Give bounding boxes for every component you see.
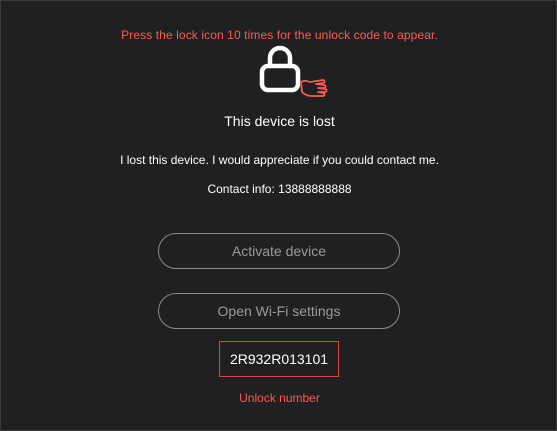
pointing-hand-icon: [300, 79, 328, 97]
lost-device-screen: Press the lock icon 10 times for the unl…: [0, 0, 557, 431]
activate-device-button[interactable]: Activate device: [158, 233, 400, 269]
lock-icon[interactable]: [259, 45, 301, 93]
page-title: This device is lost: [224, 113, 335, 129]
unlock-hint: Press the lock icon 10 times for the unl…: [121, 28, 438, 42]
unlock-number-label: Unlock number: [239, 391, 320, 405]
open-wifi-settings-button[interactable]: Open Wi-Fi settings: [158, 293, 400, 329]
unlock-code-box: 2R932R013101: [219, 341, 339, 377]
contact-info: Contact info: 13888888888: [207, 182, 352, 196]
lock-area: [1, 45, 557, 105]
owner-message: I lost this device. I would appreciate i…: [120, 153, 439, 167]
